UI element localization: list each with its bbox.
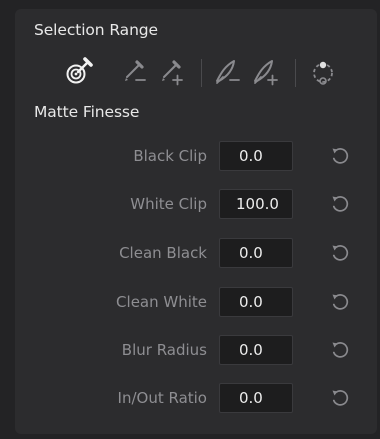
clean-black-field[interactable]: 0.0 (219, 238, 293, 268)
clean-white-label: Clean White (116, 293, 207, 311)
reset-icon[interactable] (329, 387, 351, 409)
selection-range-toolbar (15, 53, 377, 93)
black-clip-field[interactable]: 0.0 (219, 141, 293, 171)
blur-radius-field[interactable]: 0.0 (219, 335, 293, 365)
blur-radius-row: Blur Radius 0.0 (15, 334, 377, 368)
clean-white-row: Clean White 0.0 (15, 286, 377, 320)
reset-icon[interactable] (329, 242, 351, 264)
picker-plus-icon[interactable] (154, 53, 190, 89)
softness-plus-icon[interactable] (247, 53, 283, 89)
reset-icon[interactable] (329, 145, 351, 167)
toolbar-divider (295, 59, 296, 87)
in-out-ratio-field[interactable]: 0.0 (219, 383, 293, 413)
softness-minus-icon[interactable] (209, 53, 245, 89)
black-clip-row: Black Clip 0.0 (15, 140, 377, 174)
in-out-ratio-label: In/Out Ratio (117, 389, 207, 407)
clean-black-row: Clean Black 0.0 (15, 237, 377, 271)
clean-black-label: Clean Black (119, 244, 207, 262)
in-out-ratio-row: In/Out Ratio 0.0 (15, 382, 377, 416)
black-clip-label: Black Clip (133, 147, 207, 165)
blur-radius-label: Blur Radius (121, 341, 207, 359)
white-clip-field[interactable]: 100.0 (219, 189, 293, 219)
white-clip-row: White Clip 100.0 (15, 188, 377, 222)
picker-minus-icon[interactable] (117, 53, 153, 89)
selection-range-title: Selection Range (34, 21, 158, 39)
reset-icon[interactable] (329, 291, 351, 313)
qualifier-panel: Selection Range Matte Finesse Black Clip… (15, 9, 377, 434)
reset-icon[interactable] (329, 193, 351, 215)
toolbar-divider (201, 59, 202, 87)
matte-finesse-title: Matte Finesse (34, 103, 140, 121)
white-clip-label: White Clip (130, 195, 207, 213)
picker-icon[interactable] (61, 53, 97, 89)
clean-white-field[interactable]: 0.0 (219, 287, 293, 317)
reset-icon[interactable] (329, 339, 351, 361)
invert-icon[interactable] (305, 53, 341, 89)
